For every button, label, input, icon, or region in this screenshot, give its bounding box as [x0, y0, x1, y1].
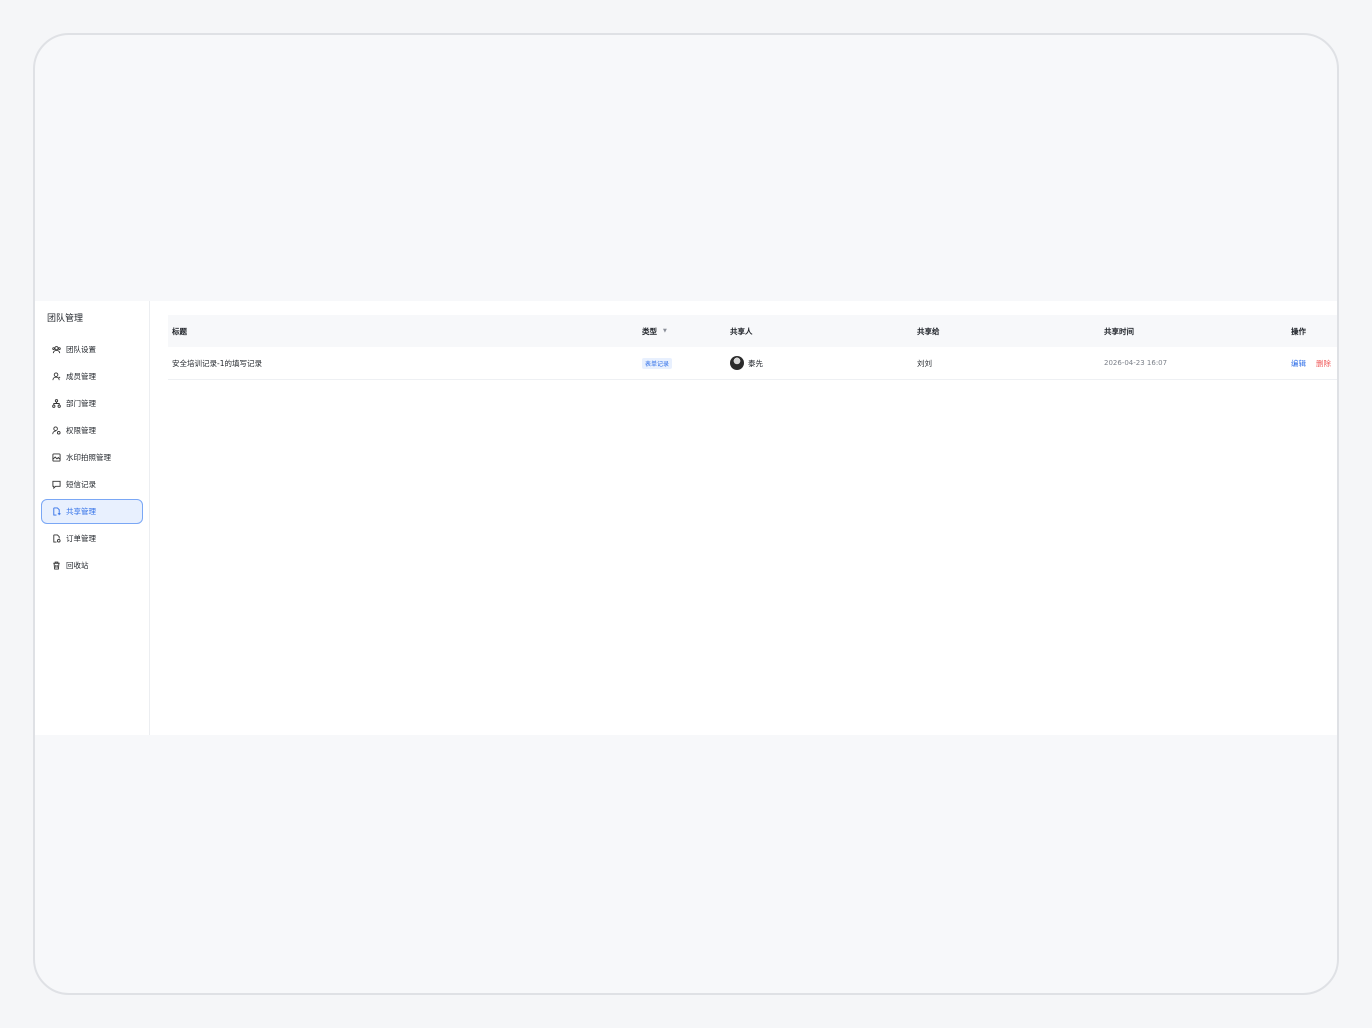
sidebar-item-label: 短信记录	[66, 480, 96, 489]
sidebar-item-permissions[interactable]: 权限管理	[41, 418, 143, 443]
table-row: 安全培训记录-1的填写记录 表单记录 泰先 刘刘 2026-04-23 16:0…	[168, 347, 1337, 380]
column-header-type-label: 类型	[642, 326, 657, 336]
sidebar-item-label: 订单管理	[66, 534, 96, 543]
sidebar-item-label: 共享管理	[66, 507, 96, 516]
department-icon	[52, 399, 61, 408]
cell-type: 表单记录	[642, 357, 730, 369]
share-table: 标题 类型 ▼ 共享人 共享给 共享时间 操作 安全培训记录-1的填写记录 表单…	[168, 315, 1337, 380]
filter-caret-icon[interactable]: ▼	[663, 328, 667, 334]
delete-link[interactable]: 删除	[1316, 358, 1331, 369]
edit-link[interactable]: 编辑	[1291, 358, 1306, 369]
main-content: 标题 类型 ▼ 共享人 共享给 共享时间 操作 安全培训记录-1的填写记录 表单…	[150, 301, 1337, 735]
cell-shared-to: 刘刘	[917, 358, 932, 368]
sidebar-item-recycle-bin[interactable]: 回收站	[41, 553, 143, 578]
sidebar-item-label: 水印拍照管理	[66, 453, 111, 462]
order-doc-icon	[52, 534, 61, 543]
app-frame: 团队管理 团队设置 成员管理 部门管理 权限管理 水印拍照管理 短信记录 共享管…	[33, 33, 1339, 995]
recycle-bin-icon	[52, 561, 61, 570]
watermark-photo-icon	[52, 453, 61, 462]
share-doc-icon	[52, 507, 61, 516]
sidebar-item-members[interactable]: 成员管理	[41, 364, 143, 389]
sidebar-title: 团队管理	[47, 314, 84, 324]
team-management-panel: 团队管理 团队设置 成员管理 部门管理 权限管理 水印拍照管理 短信记录 共享管…	[35, 301, 1337, 735]
sidebar-item-label: 部门管理	[66, 399, 96, 408]
sidebar-item-label: 权限管理	[66, 426, 96, 435]
sidebar-item-orders[interactable]: 订单管理	[41, 526, 143, 551]
column-header-title: 标题	[172, 326, 187, 336]
column-header-sharer: 共享人	[730, 326, 753, 336]
avatar	[730, 356, 744, 370]
permission-icon	[52, 426, 61, 435]
column-header-shared-to: 共享给	[917, 326, 940, 336]
sidebar-item-departments[interactable]: 部门管理	[41, 391, 143, 416]
sidebar-item-label: 回收站	[66, 561, 89, 570]
sidebar-item-share-management[interactable]: 共享管理	[41, 499, 143, 524]
sidebar-item-team-settings[interactable]: 团队设置	[41, 337, 143, 362]
sidebar-item-label: 成员管理	[66, 372, 96, 381]
members-icon	[52, 372, 61, 381]
type-tag: 表单记录	[642, 357, 673, 369]
column-header-share-time: 共享时间	[1104, 326, 1134, 336]
team-settings-icon	[52, 345, 61, 354]
sidebar-item-sms-records[interactable]: 短信记录	[41, 472, 143, 497]
message-icon	[52, 480, 61, 489]
sidebar-item-label: 团队设置	[66, 345, 96, 354]
column-header-type[interactable]: 类型 ▼	[642, 326, 730, 337]
sidebar: 团队管理 团队设置 成员管理 部门管理 权限管理 水印拍照管理 短信记录 共享管…	[35, 301, 150, 735]
sidebar-item-watermark-photo[interactable]: 水印拍照管理	[41, 445, 143, 470]
cell-share-time: 2026-04-23 16:07	[1104, 359, 1168, 367]
cell-actions: 编辑 删除	[1291, 358, 1337, 369]
table-header: 标题 类型 ▼ 共享人 共享给 共享时间 操作	[168, 315, 1337, 347]
cell-title: 安全培训记录-1的填写记录	[172, 358, 262, 368]
sharer-name: 泰先	[748, 358, 763, 368]
cell-sharer: 泰先	[730, 356, 917, 370]
column-header-actions: 操作	[1291, 326, 1306, 336]
